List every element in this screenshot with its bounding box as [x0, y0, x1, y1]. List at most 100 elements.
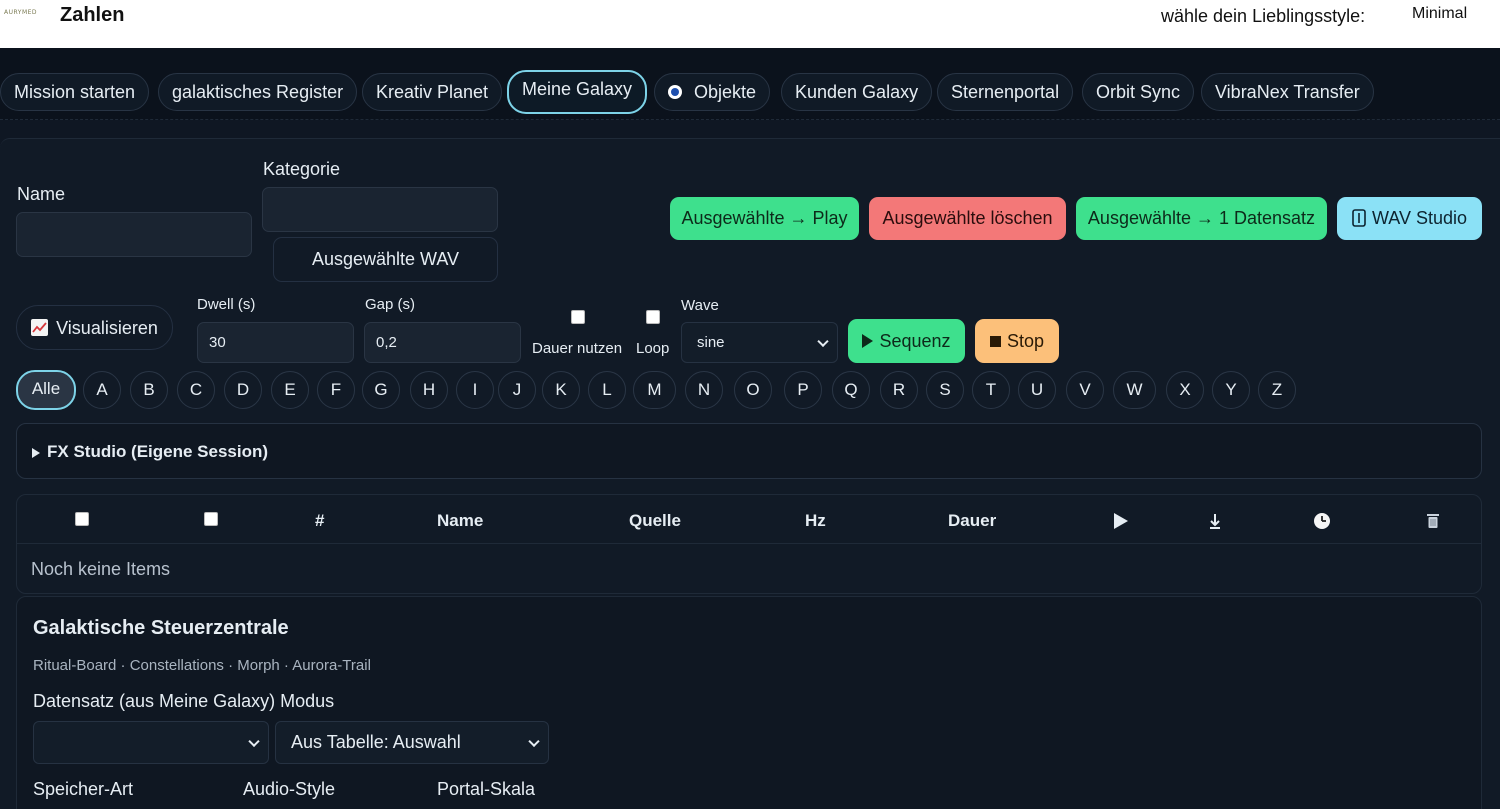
- filter-letter-q[interactable]: Q: [832, 371, 870, 409]
- filter-letter-y[interactable]: Y: [1212, 371, 1250, 409]
- fx-studio-panel[interactable]: FX Studio (Eigene Session): [16, 423, 1482, 479]
- filter-letter-h[interactable]: H: [410, 371, 448, 409]
- filter-letter-v[interactable]: V: [1066, 371, 1104, 409]
- filter-letter-f[interactable]: F: [317, 371, 355, 409]
- filter-letter-z[interactable]: Z: [1258, 371, 1296, 409]
- logo: AURYMED: [4, 9, 38, 16]
- chevron-down-icon: [248, 735, 260, 747]
- dwell-input[interactable]: 30: [197, 322, 354, 363]
- filter-letter-b[interactable]: B: [130, 371, 168, 409]
- filter-letter-a[interactable]: A: [83, 371, 121, 409]
- selected-dataset-button[interactable]: Ausgewählte → 1 Datensatz: [1076, 197, 1327, 240]
- filter-alle[interactable]: Alle: [16, 370, 76, 410]
- col-name: Name: [437, 511, 484, 530]
- empty-table-note: Noch keine Items: [31, 559, 171, 579]
- stop-button[interactable]: Stop: [975, 319, 1059, 363]
- filter-letter-m[interactable]: M: [633, 371, 676, 409]
- col-dauer: Dauer: [948, 511, 997, 530]
- download-icon: [1210, 514, 1220, 529]
- tab-mission-starten[interactable]: Mission starten: [0, 73, 150, 111]
- filter-letter-k[interactable]: K: [542, 371, 580, 409]
- table-divider: [17, 543, 1481, 544]
- filter-letter-t[interactable]: T: [972, 371, 1010, 409]
- modus-select[interactable]: Aus Tabelle: Auswahl: [275, 721, 549, 764]
- select-all-checkbox[interactable]: [75, 512, 89, 526]
- filter-letter-p[interactable]: P: [784, 371, 822, 409]
- tab-kunden-galaxy[interactable]: Kunden Galaxy: [781, 73, 933, 111]
- audio-style-label: Audio-Style: [243, 779, 336, 799]
- filter-letter-w[interactable]: W: [1113, 371, 1156, 409]
- col-number: #: [315, 511, 325, 530]
- filter-letter-e[interactable]: E: [271, 371, 309, 409]
- filter-letter-o[interactable]: O: [734, 371, 772, 409]
- gap-label: Gap (s): [365, 296, 416, 313]
- filter-letter-r[interactable]: R: [880, 371, 918, 409]
- page-title: Zahlen: [60, 4, 125, 26]
- chart-icon: [31, 319, 49, 336]
- select-all-checkbox-2[interactable]: [204, 512, 218, 526]
- dauer-label: Dauer nutzen: [532, 340, 623, 357]
- stop-icon: [989, 336, 1001, 347]
- selected-wav-button[interactable]: Ausgewählte WAV: [273, 237, 498, 282]
- sequence-button[interactable]: Sequenz: [848, 319, 965, 363]
- speicher-label: Speicher-Art: [33, 779, 134, 799]
- kategorie-label: Kategorie: [263, 159, 341, 179]
- main-nav: Mission starten galaktisches Register Kr…: [0, 48, 1500, 120]
- filter-letter-c[interactable]: C: [177, 371, 215, 409]
- dauer-checkbox[interactable]: [571, 310, 585, 324]
- tab-objekte[interactable]: Objekte: [654, 73, 771, 111]
- tab-meine-galaxy[interactable]: Meine Galaxy: [507, 70, 648, 114]
- items-table: # Name Quelle Hz Dauer Noch keine Items: [16, 494, 1482, 594]
- tab-objekte-label: Objekte: [694, 82, 757, 102]
- trash-icon: [1427, 514, 1439, 528]
- col-hz: Hz: [805, 511, 826, 530]
- datensatz-select[interactable]: [33, 721, 269, 764]
- dwell-label: Dwell (s): [197, 296, 256, 313]
- tab-sternenportal[interactable]: Sternenportal: [937, 73, 1074, 111]
- filter-letter-i[interactable]: I: [456, 371, 494, 409]
- tab-galaktisches-register[interactable]: galaktisches Register: [158, 73, 358, 111]
- style-select[interactable]: Minimal: [1412, 5, 1467, 23]
- wav-studio-button[interactable]: WAV Studio: [1337, 197, 1482, 240]
- steuerzentrale-title: Galaktische Steuerzentrale: [33, 617, 289, 639]
- delete-selected-button[interactable]: Ausgewählte löschen: [869, 197, 1066, 240]
- filter-letter-u[interactable]: U: [1018, 371, 1056, 409]
- loop-label: Loop: [636, 340, 670, 357]
- loop-checkbox[interactable]: [646, 310, 660, 324]
- sequence-label: Sequenz: [879, 331, 951, 351]
- chevron-down-icon: [817, 335, 829, 347]
- tab-orbit-sync[interactable]: Orbit Sync: [1082, 73, 1195, 111]
- col-quelle: Quelle: [629, 511, 681, 530]
- tab-kreativ-planet[interactable]: Kreativ Planet: [362, 73, 503, 111]
- chevron-down-icon: [528, 735, 540, 747]
- radio-icon: [668, 85, 682, 99]
- filter-letter-x[interactable]: X: [1166, 371, 1204, 409]
- portal-skala-label: Portal-Skala: [437, 779, 536, 799]
- filter-letter-l[interactable]: L: [588, 371, 626, 409]
- gap-input[interactable]: 0,2: [364, 322, 521, 363]
- steuerzentrale-panel: Galaktische Steuerzentrale Ritual-Board …: [16, 596, 1482, 809]
- disclosure-triangle-icon: [32, 448, 40, 458]
- selected-play-button[interactable]: Ausgewählte → Play: [670, 197, 859, 240]
- filter-letter-d[interactable]: D: [224, 371, 262, 409]
- kategorie-input[interactable]: [262, 187, 498, 232]
- filter-letter-j[interactable]: J: [498, 371, 536, 409]
- visualize-label: Visualisieren: [56, 318, 158, 338]
- datensatz-label: Datensatz (aus Meine Galaxy) Modus: [33, 691, 335, 711]
- wav-studio-label: WAV Studio: [1371, 208, 1468, 228]
- filter-letter-n[interactable]: N: [685, 371, 723, 409]
- top-bar: AURYMED Zahlen wähle dein Lieblingsstyle…: [0, 0, 1500, 48]
- name-input[interactable]: [16, 212, 252, 257]
- name-label: Name: [17, 184, 66, 204]
- play-icon: [862, 334, 874, 348]
- filter-letter-g[interactable]: G: [362, 371, 400, 409]
- visualize-button[interactable]: Visualisieren: [16, 305, 173, 350]
- tab-vibranex-transfer[interactable]: VibraNex Transfer: [1201, 73, 1374, 111]
- wave-select[interactable]: sine: [681, 322, 838, 363]
- wave-label: Wave: [681, 297, 719, 314]
- style-label: wähle dein Lieblingsstyle:: [1161, 6, 1366, 26]
- stop-label: Stop: [1006, 331, 1045, 351]
- fx-studio-title: FX Studio (Eigene Session): [47, 442, 269, 461]
- modus-value: Aus Tabelle: Auswahl: [291, 732, 461, 752]
- filter-letter-s[interactable]: S: [926, 371, 964, 409]
